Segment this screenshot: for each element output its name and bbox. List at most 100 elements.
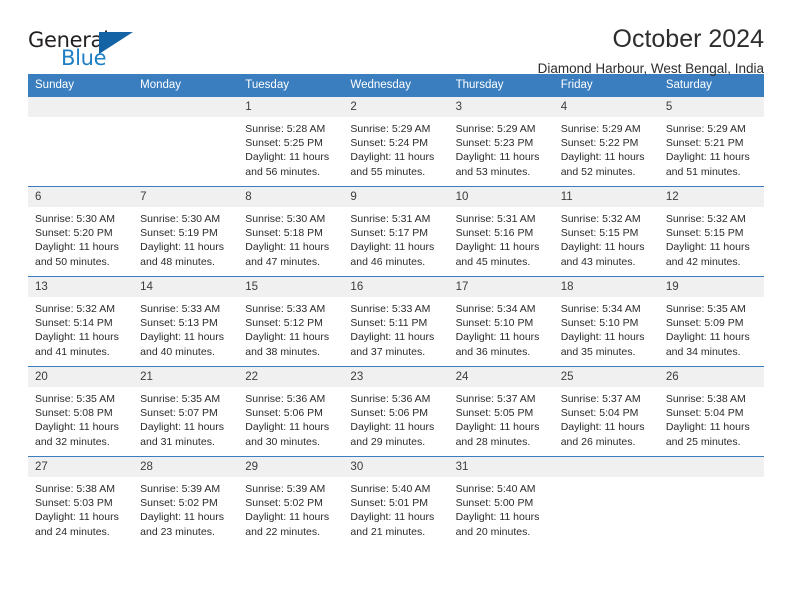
calendar-day-cell[interactable]: 8 Sunrise: 5:30 AM Sunset: 5:18 PM Daylight… (238, 186, 344, 277)
day-details: Sunrise: 5:29 AM Sunset: 5:23 PM Daylight:… (449, 117, 554, 179)
location-subtitle: Diamond Harbour, West Bengal, India (537, 61, 764, 77)
sunrise-text: Sunrise: 5:38 AM (35, 483, 115, 496)
calendar-week-row: 27 Sunrise: 5:38 AM Sunset: 5:03 PM Dayligh… (28, 456, 764, 546)
calendar-day-cell[interactable]: 4 Sunrise: 5:29 AM Sunset: 5:22 PM Daylight… (553, 96, 659, 187)
calendar-day-cell[interactable]: 23 Sunrise: 5:36 AM Sunset: 5:06 PM Dayligh… (343, 366, 449, 457)
calendar-week-row: 6 Sunrise: 5:30 AM Sunset: 5:20 PM Daylight… (28, 186, 764, 277)
calendar-day-cell[interactable]: 2 Sunrise: 5:29 AM Sunset: 5:24 PM Daylight… (343, 96, 449, 187)
sunset-text: Sunset: 5:21 PM (665, 137, 744, 150)
day-details: Sunrise: 5:28 AM Sunset: 5:25 PM Daylight:… (238, 117, 343, 179)
day-details: Sunrise: 5:31 AM Sunset: 5:17 PM Daylight:… (343, 207, 448, 269)
day-details: Sunrise: 5:40 AM Sunset: 5:00 PM Daylight:… (449, 477, 554, 539)
daylight-text: Daylight: 11 hours and 32 minutes. (35, 421, 119, 448)
weekday-header-monday: Monday (133, 74, 239, 97)
day-details: Sunrise: 5:29 AM Sunset: 5:24 PM Daylight:… (343, 117, 448, 179)
weekday-header-sunday: Sunday (28, 74, 134, 97)
day-details: Sunrise: 5:29 AM Sunset: 5:22 PM Daylight:… (554, 117, 659, 179)
calendar-day-cell[interactable]: 6 Sunrise: 5:30 AM Sunset: 5:20 PM Daylight… (28, 186, 134, 277)
calendar-day-cell[interactable]: 13 Sunrise: 5:32 AM Sunset: 5:14 PM Dayligh… (28, 276, 134, 367)
day-details: Sunrise: 5:39 AM Sunset: 5:02 PM Daylight:… (133, 477, 238, 539)
day-number (133, 97, 239, 117)
calendar-week-row: 1 Sunrise: 5:28 AM Sunset: 5:25 PM Daylight… (28, 96, 764, 187)
sunset-text: Sunset: 5:25 PM (245, 137, 323, 150)
page-title: October 2024 (612, 25, 765, 53)
calendar-day-cell[interactable]: 15 Sunrise: 5:33 AM Sunset: 5:12 PM Dayligh… (238, 276, 344, 367)
daylight-text: Daylight: 11 hours and 55 minutes. (350, 151, 435, 178)
day-number: 20 (28, 367, 134, 388)
calendar-day-cell[interactable]: 12 Sunrise: 5:32 AM Sunset: 5:15 PM Dayligh… (658, 186, 764, 277)
sunset-text: Sunset: 5:18 PM (245, 227, 323, 240)
sunrise-text: Sunrise: 5:35 AM (35, 393, 115, 406)
day-details: Sunrise: 5:34 AM Sunset: 5:10 PM Daylight:… (554, 297, 659, 359)
calendar-day-cell[interactable]: 18 Sunrise: 5:34 AM Sunset: 5:10 PM Dayligh… (553, 276, 659, 367)
sunrise-text: Sunrise: 5:33 AM (245, 303, 326, 316)
calendar-day-cell[interactable]: 31 Sunrise: 5:40 AM Sunset: 5:00 PM Dayligh… (448, 456, 554, 546)
calendar-day-cell[interactable]: 29 Sunrise: 5:39 AM Sunset: 5:02 PM Dayligh… (238, 456, 344, 546)
calendar-day-cell[interactable]: 14 Sunrise: 5:33 AM Sunset: 5:13 PM Dayligh… (133, 276, 239, 367)
calendar-day-cell[interactable]: 19 Sunrise: 5:35 AM Sunset: 5:09 PM Dayligh… (658, 276, 764, 367)
daylight-text: Daylight: 11 hours and 48 minutes. (140, 241, 224, 268)
sunset-text: Sunset: 5:07 PM (140, 407, 218, 420)
sunrise-text: Sunrise: 5:29 AM (455, 123, 536, 136)
calendar-day-cell[interactable]: 16 Sunrise: 5:33 AM Sunset: 5:11 PM Dayligh… (343, 276, 449, 367)
day-details: Sunrise: 5:32 AM Sunset: 5:15 PM Daylight:… (659, 207, 764, 269)
day-number: 9 (343, 187, 449, 208)
calendar-day-cell[interactable]: 1 Sunrise: 5:28 AM Sunset: 5:25 PM Daylight… (238, 96, 344, 187)
sunset-text: Sunset: 5:12 PM (245, 317, 323, 330)
calendar-day-cell[interactable]: 22 Sunrise: 5:36 AM Sunset: 5:06 PM Dayligh… (238, 366, 344, 457)
calendar-day-cell[interactable]: 7 Sunrise: 5:30 AM Sunset: 5:19 PM Daylight… (133, 186, 239, 277)
day-number: 19 (658, 277, 764, 298)
calendar-day-cell[interactable]: 26 Sunrise: 5:38 AM Sunset: 5:04 PM Dayligh… (658, 366, 764, 457)
calendar-day-cell[interactable]: 28 Sunrise: 5:39 AM Sunset: 5:02 PM Dayligh… (133, 456, 239, 546)
daylight-text: Daylight: 11 hours and 31 minutes. (140, 421, 224, 448)
day-details: Sunrise: 5:35 AM Sunset: 5:07 PM Daylight:… (133, 387, 238, 449)
sunset-text: Sunset: 5:13 PM (140, 317, 218, 330)
day-number: 6 (28, 187, 134, 208)
day-number: 17 (448, 277, 554, 298)
day-number: 12 (658, 187, 764, 208)
daylight-text: Daylight: 11 hours and 29 minutes. (350, 421, 435, 448)
sunrise-text: Sunrise: 5:29 AM (350, 123, 431, 136)
sunset-text: Sunset: 5:19 PM (140, 227, 218, 240)
calendar-day-cell[interactable]: 30 Sunrise: 5:40 AM Sunset: 5:01 PM Dayligh… (343, 456, 449, 546)
calendar-day-cell[interactable]: 5 Sunrise: 5:29 AM Sunset: 5:21 PM Daylight… (658, 96, 764, 187)
day-number: 5 (658, 97, 764, 118)
calendar-day-cell[interactable]: 20 Sunrise: 5:35 AM Sunset: 5:08 PM Dayligh… (28, 366, 134, 457)
calendar-day-cell[interactable]: 21 Sunrise: 5:35 AM Sunset: 5:07 PM Dayligh… (133, 366, 239, 457)
sunrise-text: Sunrise: 5:32 AM (665, 213, 746, 226)
daylight-text: Daylight: 11 hours and 56 minutes. (245, 151, 330, 178)
sunrise-text: Sunrise: 5:30 AM (245, 213, 326, 226)
sunrise-text: Sunrise: 5:35 AM (665, 303, 746, 316)
logo-text-blue: Blue (61, 46, 107, 70)
sunrise-text: Sunrise: 5:34 AM (455, 303, 536, 316)
calendar-day-cell[interactable]: 3 Sunrise: 5:29 AM Sunset: 5:23 PM Daylight… (448, 96, 554, 187)
daylight-text: Daylight: 11 hours and 46 minutes. (350, 241, 435, 268)
day-details: Sunrise: 5:33 AM Sunset: 5:11 PM Daylight:… (343, 297, 448, 359)
daylight-text: Daylight: 11 hours and 45 minutes. (455, 241, 540, 268)
calendar-day-cell[interactable]: 9 Sunrise: 5:31 AM Sunset: 5:17 PM Daylight… (343, 186, 449, 277)
calendar-day-cell[interactable]: 27 Sunrise: 5:38 AM Sunset: 5:03 PM Dayligh… (28, 456, 134, 546)
calendar-day-cell[interactable]: 10 Sunrise: 5:31 AM Sunset: 5:16 PM Dayligh… (448, 186, 554, 277)
calendar-day-cell[interactable]: 24 Sunrise: 5:37 AM Sunset: 5:05 PM Dayligh… (448, 366, 554, 457)
day-number: 10 (448, 187, 554, 208)
sunset-text: Sunset: 5:02 PM (245, 497, 323, 510)
calendar-day-cell[interactable]: 25 Sunrise: 5:37 AM Sunset: 5:04 PM Dayligh… (553, 366, 659, 457)
day-number: 25 (553, 367, 659, 388)
calendar-week-row: 13 Sunrise: 5:32 AM Sunset: 5:14 PM Dayligh… (28, 276, 764, 367)
weekday-header-saturday: Saturday (658, 74, 764, 97)
sunrise-text: Sunrise: 5:29 AM (560, 123, 641, 136)
sunrise-text: Sunrise: 5:32 AM (35, 303, 115, 316)
daylight-text: Daylight: 11 hours and 22 minutes. (245, 511, 330, 538)
sunrise-text: Sunrise: 5:30 AM (35, 213, 115, 226)
sunrise-text: Sunrise: 5:31 AM (350, 213, 431, 226)
sunrise-text: Sunrise: 5:29 AM (665, 123, 746, 136)
day-number (28, 97, 134, 117)
weekday-header-tuesday: Tuesday (238, 74, 344, 97)
sunset-text: Sunset: 5:00 PM (455, 497, 534, 510)
sunset-text: Sunset: 5:01 PM (350, 497, 429, 510)
calendar-day-cell[interactable]: 17 Sunrise: 5:34 AM Sunset: 5:10 PM Dayligh… (448, 276, 554, 367)
calendar-day-cell-empty (658, 456, 764, 546)
calendar-day-cell[interactable]: 11 Sunrise: 5:32 AM Sunset: 5:15 PM Dayligh… (553, 186, 659, 277)
day-details: Sunrise: 5:31 AM Sunset: 5:16 PM Daylight:… (449, 207, 554, 269)
sunrise-text: Sunrise: 5:37 AM (560, 393, 641, 406)
